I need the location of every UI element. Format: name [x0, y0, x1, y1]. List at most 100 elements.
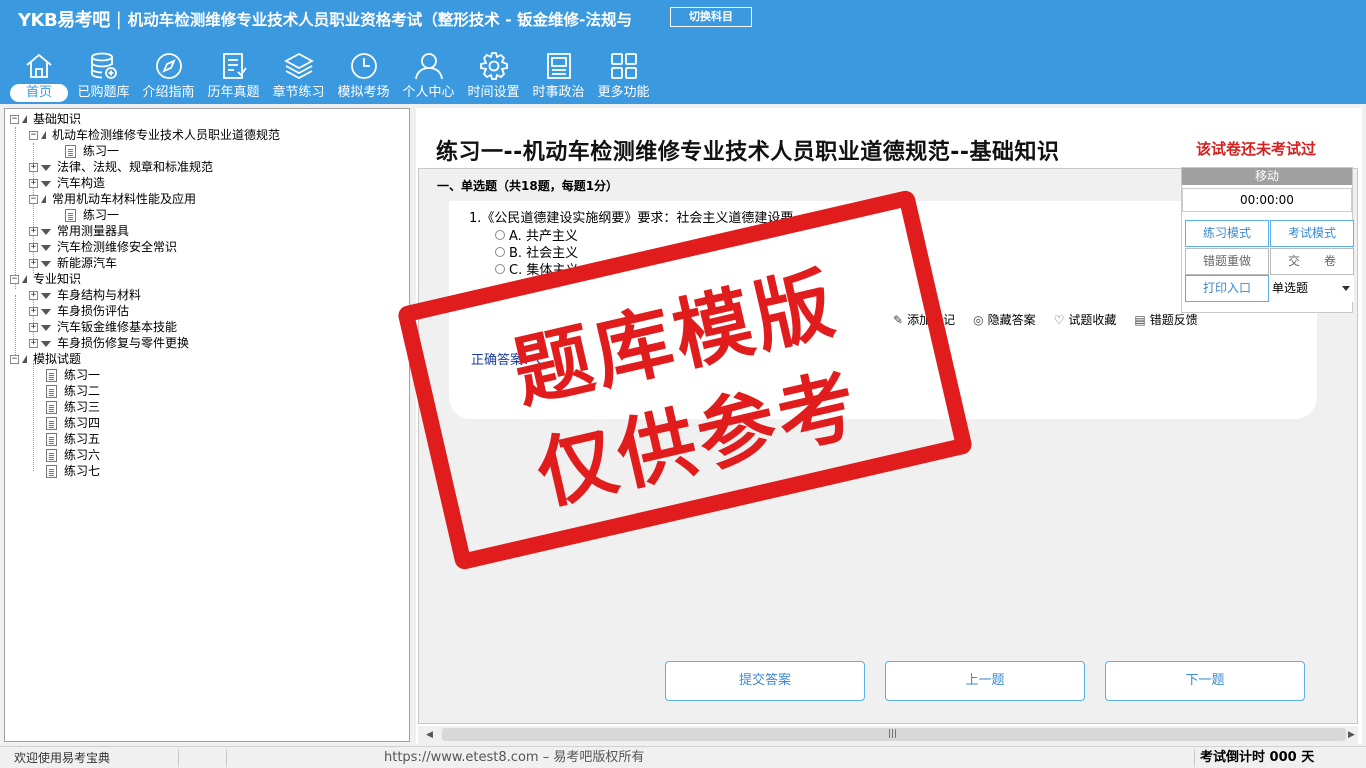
document-icon	[46, 368, 57, 382]
tree-node-test[interactable]: 练习三	[46, 399, 100, 415]
document-search-icon	[65, 144, 76, 158]
tree-node-label: 练习三	[64, 400, 101, 414]
tree-node-label: 基础知识	[33, 112, 82, 126]
news-icon	[546, 53, 571, 79]
folder-open-icon	[22, 115, 27, 123]
nav-purchased-bank[interactable]: 已购题库	[71, 46, 136, 104]
nav-mock-exam[interactable]: 模拟考场	[331, 46, 396, 104]
nav-guide[interactable]: 介绍指南	[136, 46, 201, 104]
switch-subject-button[interactable]: 切换科目	[670, 7, 752, 27]
folder-open-icon	[22, 275, 27, 283]
favorite-button[interactable]: ♡ 试题收藏	[1054, 311, 1117, 328]
scroll-left-icon[interactable]: ◀	[426, 726, 433, 744]
tree-guide-line	[15, 127, 16, 289]
list-icon	[222, 53, 247, 79]
tree-node-label: 练习一	[83, 208, 120, 222]
document-icon	[46, 384, 57, 398]
nav-label: 时间设置	[467, 85, 520, 100]
redo-wrong-button[interactable]: 错题重做	[1185, 248, 1269, 275]
tree-node-sheet-metal-skills[interactable]: + 汽车钣金维修基本技能	[29, 319, 177, 335]
expand-icon[interactable]: +	[29, 338, 38, 348]
section-title: 一、单选题（共18题，每题1分）	[437, 179, 619, 193]
scrollbar-thumb[interactable]: |||	[442, 728, 1346, 741]
clock-icon	[350, 53, 377, 79]
collapse-icon[interactable]: −	[10, 354, 19, 364]
nav-profile[interactable]: 个人中心	[396, 46, 461, 104]
collapse-icon[interactable]: −	[29, 194, 38, 204]
heart-icon: ♡	[1053, 312, 1065, 327]
collapse-icon[interactable]: −	[10, 114, 19, 124]
collapse-icon[interactable]: −	[29, 130, 38, 140]
next-question-button[interactable]: 下一题	[1105, 661, 1305, 701]
nav-home[interactable]: 首页	[6, 46, 71, 104]
nav-more[interactable]: 更多功能	[591, 46, 656, 104]
tree-node-mock-tests[interactable]: − 模拟试题	[10, 351, 81, 367]
document-icon	[46, 432, 57, 446]
nav-label: 首页	[10, 84, 68, 102]
nav-time-settings[interactable]: 时间设置	[461, 46, 526, 104]
print-button[interactable]: 打印入口	[1185, 275, 1269, 302]
radio-icon[interactable]	[495, 229, 505, 240]
horizontal-scrollbar[interactable]: ◀ ||| ▶	[418, 726, 1358, 744]
expand-icon[interactable]: +	[29, 322, 38, 332]
expand-icon[interactable]: +	[29, 162, 38, 172]
tree-node-materials[interactable]: − 常用机动车材料性能及应用	[29, 191, 196, 207]
move-handle[interactable]: 移动	[1182, 168, 1352, 185]
tree-node-test[interactable]: 练习四	[46, 415, 100, 431]
radio-icon[interactable]	[495, 263, 505, 274]
tree-node-vehicle-structure[interactable]: + 汽车构造	[29, 175, 105, 191]
tree-node-label: 法律、法规、规章和标准规范	[57, 160, 214, 174]
tree-node-new-energy[interactable]: + 新能源汽车	[29, 255, 117, 271]
submit-paper-button[interactable]: 交 卷	[1270, 248, 1354, 275]
tree-node-test[interactable]: 练习五	[46, 431, 100, 447]
app-title: 机动车检测维修专业技术人员职业资格考试（整形技术 - 钣金维修-法规与	[127, 11, 632, 29]
tree-node-basic-knowledge[interactable]: − 基础知识	[10, 111, 81, 127]
expand-icon[interactable]: +	[29, 226, 38, 236]
tree-node-body-structure[interactable]: + 车身结构与材料	[29, 287, 141, 303]
error-feedback-button[interactable]: ▤ 错题反馈	[1134, 311, 1197, 328]
tree-node-professional-knowledge[interactable]: − 专业知识	[10, 271, 81, 287]
expand-icon[interactable]: +	[29, 290, 38, 300]
exam-countdown: 考试倒计时 000 天	[1200, 750, 1315, 765]
exam-mode-button[interactable]: 考试模式	[1270, 220, 1354, 247]
question-type-value: 单选题	[1272, 281, 1309, 295]
expand-icon[interactable]: +	[29, 306, 38, 316]
status-divider	[178, 749, 179, 767]
tree-node-safety[interactable]: + 汽车检测维修安全常识	[29, 239, 177, 255]
hide-answer-label: 隐藏答案	[987, 313, 1036, 327]
tree-node-label: 练习五	[64, 432, 101, 446]
tree-node-test[interactable]: 练习六	[46, 447, 100, 463]
expand-icon[interactable]: +	[29, 178, 38, 188]
document-icon	[46, 416, 57, 430]
tree-node-laws[interactable]: + 法律、法规、规章和标准规范	[29, 159, 213, 175]
tree-node-label: 汽车构造	[57, 176, 106, 190]
welcome-text: 欢迎使用易考宝典	[14, 751, 111, 765]
tree-node-test[interactable]: 练习二	[46, 383, 100, 399]
copyright-text: https://www.etest8.com – 易考吧版权所有	[384, 750, 645, 765]
hide-answer-button[interactable]: ◎ 隐藏答案	[973, 311, 1036, 328]
tree-node-measuring-tools[interactable]: + 常用测量器具	[29, 223, 129, 239]
expand-icon[interactable]: +	[29, 242, 38, 252]
tree-node-repair-replacement[interactable]: + 车身损伤修复与零件更换	[29, 335, 189, 351]
practice-mode-button[interactable]: 练习模式	[1185, 220, 1269, 247]
question-type-select[interactable]: 单选题	[1270, 275, 1354, 302]
tree-node-label: 练习一	[64, 368, 101, 382]
chevron-down-icon[interactable]	[1342, 286, 1350, 291]
tree-guide-line	[33, 363, 34, 471]
previous-question-button[interactable]: 上一题	[885, 661, 1085, 701]
expand-icon[interactable]: +	[29, 258, 38, 268]
tree-node-practice[interactable]: 练习一	[65, 207, 119, 223]
scroll-right-icon[interactable]: ▶	[1348, 726, 1355, 744]
favorite-label: 试题收藏	[1068, 313, 1117, 327]
submit-answer-button[interactable]: 提交答案	[665, 661, 865, 701]
collapse-icon[interactable]: −	[10, 274, 19, 284]
tree-node-ethics[interactable]: − 机动车检测维修专业技术人员职业道德规范	[29, 127, 280, 143]
tree-node-damage-assessment[interactable]: + 车身损伤评估	[29, 303, 129, 319]
nav-past-exams[interactable]: 历年真题	[201, 46, 266, 104]
tree-node-test[interactable]: 练习一	[46, 367, 100, 383]
tree-node-practice[interactable]: 练习一	[65, 143, 119, 159]
tree-node-test[interactable]: 练习七	[46, 463, 100, 479]
nav-current-affairs[interactable]: 时事政治	[526, 46, 591, 104]
radio-icon[interactable]	[495, 246, 505, 257]
nav-chapter-practice[interactable]: 章节练习	[266, 46, 331, 104]
